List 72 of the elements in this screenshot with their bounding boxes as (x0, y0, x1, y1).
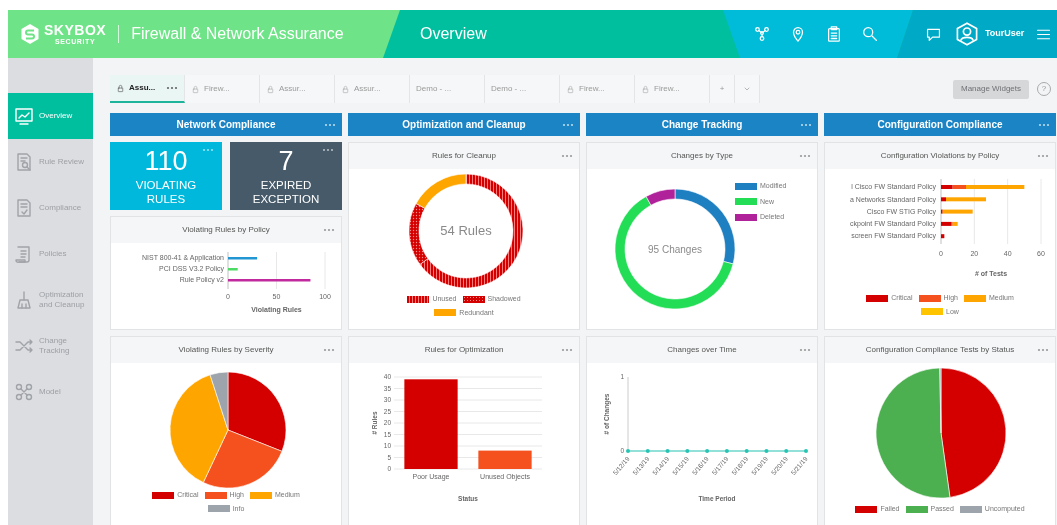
data-point (705, 449, 710, 453)
logo-text: SKYBOX (44, 23, 107, 37)
logo-icon (20, 23, 40, 45)
data-point (626, 449, 630, 453)
tab[interactable]: Assur... (335, 75, 410, 103)
widget-title: Rules for Cleanup (430, 150, 497, 162)
nodes-icon (14, 382, 34, 402)
more-icon[interactable] (1038, 122, 1050, 127)
more-icon[interactable] (323, 348, 335, 352)
tab[interactable]: Firew... (185, 75, 260, 103)
tab[interactable]: Demo - ... (410, 75, 485, 103)
more-icon[interactable] (1037, 348, 1049, 352)
bar (941, 234, 945, 239)
kpi-value: 7 (277, 148, 295, 175)
section-title: Network Compliance (175, 118, 277, 132)
more-icon[interactable] (799, 154, 811, 158)
widget-title: Configuration Violations by Policy (879, 150, 1001, 162)
data-point (744, 449, 749, 453)
kpi-value: 110 (143, 148, 189, 175)
data-point (724, 449, 729, 453)
data-point (764, 449, 769, 453)
more-icon[interactable] (799, 348, 811, 352)
more-icon[interactable] (322, 148, 334, 152)
section-title: Optimization and Cleanup (401, 118, 527, 132)
clipboard-icon[interactable] (825, 25, 843, 43)
more-icon[interactable] (323, 228, 335, 232)
bar (228, 268, 238, 271)
bar (478, 450, 532, 469)
user-avatar-icon[interactable] (955, 22, 979, 46)
more-icon[interactable] (562, 122, 574, 127)
more-icon[interactable] (202, 148, 214, 152)
tab[interactable]: Demo - ... (485, 75, 560, 103)
more-icon[interactable] (1037, 154, 1049, 158)
chart-center-label: 54 Rules (440, 223, 492, 238)
chart-center-label: 95 Changes (648, 244, 702, 255)
section-title: Configuration Compliance (876, 118, 1004, 132)
tab[interactable]: Assu... (110, 75, 185, 103)
tab[interactable]: Firew... (635, 75, 710, 103)
widget-title: Violating Rules by Policy (181, 224, 271, 236)
kpi-label: EXPIRED EXCEPTION (251, 178, 321, 207)
search-icon[interactable] (861, 25, 879, 43)
more-icon[interactable] (561, 348, 573, 352)
widget-title: Rules for Optimization (423, 344, 505, 356)
sidebar-item[interactable]: Model (8, 369, 93, 415)
sidebar-item[interactable]: Overview (8, 93, 93, 139)
dashboard-icon (14, 106, 34, 126)
data-point (804, 449, 808, 453)
widget-title: Changes by Type (669, 150, 735, 162)
data-point (784, 449, 789, 453)
data-point (665, 449, 670, 453)
tab[interactable]: Firew... (560, 75, 635, 103)
tab[interactable]: Assur... (260, 75, 335, 103)
bar (228, 257, 258, 260)
more-icon[interactable] (166, 86, 178, 90)
data-point (645, 449, 650, 453)
data-point (685, 449, 690, 453)
document-search-icon (14, 152, 34, 172)
broom-icon (14, 290, 34, 310)
network-icon[interactable] (753, 25, 771, 43)
document-check-icon (14, 198, 34, 218)
more-icon[interactable] (324, 122, 336, 127)
more-icon[interactable] (800, 122, 812, 127)
page-title: Overview (420, 24, 487, 44)
kpi-label: VIOLATING RULES (134, 178, 198, 207)
app-title: Firewall & Network Assurance (131, 24, 344, 44)
widget-title: Violating Rules by Severity (177, 344, 275, 356)
widget-title: Changes over Time (666, 344, 738, 356)
widget-title: Configuration Compliance Tests by Status (864, 344, 1016, 356)
add-tab-button[interactable]: + (710, 75, 735, 103)
more-icon[interactable] (561, 154, 573, 158)
section-title: Change Tracking (660, 118, 744, 132)
user-name[interactable]: TourUser (985, 27, 1025, 41)
